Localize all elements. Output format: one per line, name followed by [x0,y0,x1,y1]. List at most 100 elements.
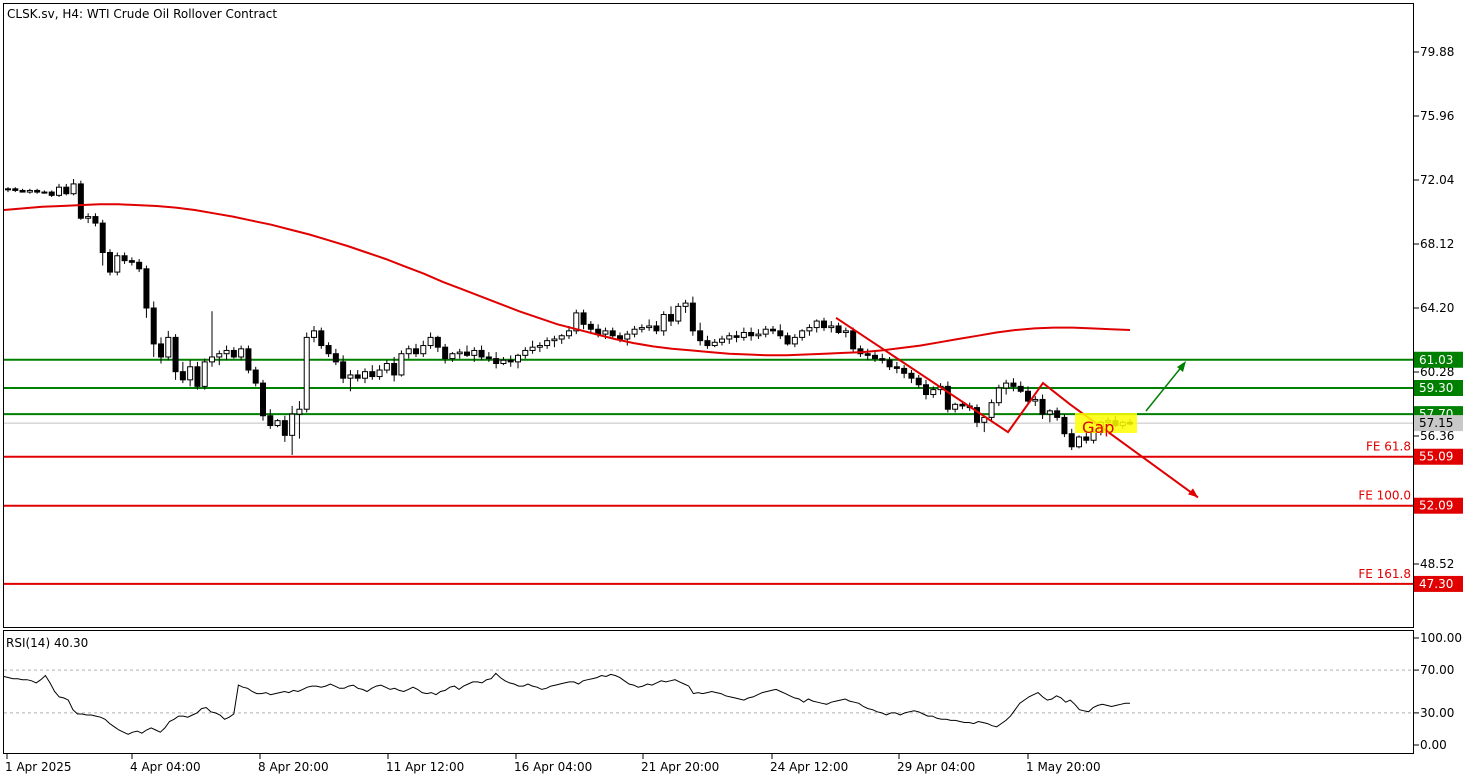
candle-body[interactable] [267,415,274,427]
candle-body[interactable] [587,323,594,330]
candle-body[interactable] [26,189,33,193]
candle-body[interactable] [471,349,478,356]
candle-body[interactable] [704,340,711,347]
candle-body[interactable] [726,335,733,340]
candle-body[interactable] [675,305,682,322]
candle-body[interactable] [252,369,259,384]
candle-body[interactable] [201,361,208,387]
candle-body[interactable] [165,336,172,358]
candle-body[interactable] [952,403,959,410]
candle-body[interactable] [609,330,616,337]
candle-body[interactable] [1039,398,1046,415]
candle-body[interactable] [791,336,798,345]
candle-body[interactable] [842,330,849,333]
candle-body[interactable] [347,374,354,379]
candle-body[interactable] [988,402,995,418]
candle-body[interactable] [318,330,325,347]
candle-body[interactable] [682,302,689,307]
candle-body[interactable] [813,320,820,329]
candle-body[interactable] [755,333,762,337]
candle-body[interactable] [34,189,41,193]
candle-body[interactable] [114,255,121,273]
candle-body[interactable] [12,188,19,191]
candle-body[interactable] [194,366,201,387]
candle-body[interactable] [383,363,390,371]
candle-body[interactable] [354,374,361,379]
candle-body[interactable] [107,251,113,273]
candle-body[interactable] [711,341,718,347]
candle-body[interactable] [835,325,842,333]
candle-body[interactable] [478,349,485,358]
candle-body[interactable] [434,336,441,348]
candle-body[interactable] [77,183,84,219]
candle-body[interactable] [864,353,871,356]
candle-body[interactable] [915,377,922,386]
candle-body[interactable] [821,320,827,329]
candle-body[interactable] [828,325,835,329]
candle-body[interactable] [303,336,310,410]
candle-body[interactable] [762,328,769,335]
candle-body[interactable] [529,346,536,351]
candle-body[interactable] [1032,398,1039,402]
candle-body[interactable] [413,348,419,355]
candle-body[interactable] [580,312,587,325]
candle-body[interactable] [456,351,463,355]
candle-body[interactable] [420,345,427,355]
candle-body[interactable] [63,186,70,195]
candle-body[interactable] [1083,436,1090,441]
candle-body[interactable] [260,382,266,417]
candle-body[interactable] [405,348,412,355]
candle-body[interactable] [697,330,704,342]
candle-body[interactable] [566,330,572,337]
candle-body[interactable] [325,345,332,355]
candle-body[interactable] [784,335,791,345]
candle-body[interactable] [398,353,405,376]
candle-body[interactable] [624,333,631,340]
candle-body[interactable] [376,369,383,378]
candle-body[interactable] [1054,410,1061,418]
candle-body[interactable] [1061,416,1068,435]
candle-body[interactable] [995,387,1002,404]
price-chart[interactable]: FE 61.8 FE 100.0 FE 161.8 Gap 79.88 75.96 72.… [0,0,1476,780]
candle-body[interactable] [1017,385,1024,392]
candle-body[interactable] [1025,390,1031,402]
candle-body[interactable] [245,348,252,371]
candle-body[interactable] [238,348,245,358]
candle-body[interactable] [558,335,565,340]
candle-body[interactable] [893,366,900,369]
candle-body[interactable] [602,330,609,335]
candle-body[interactable] [901,367,908,374]
candle-body[interactable] [653,325,660,332]
candle-body[interactable] [551,338,558,342]
candle-body[interactable] [806,327,813,332]
candle-body[interactable] [733,335,740,338]
candle-body[interactable] [689,302,696,332]
candle-body[interactable] [281,420,288,436]
candle-body[interactable] [121,255,128,262]
candle-body[interactable] [136,261,143,270]
candle-body[interactable] [311,330,317,338]
candle-body[interactable] [70,183,77,195]
candle-body[interactable] [959,403,966,407]
candle-body[interactable] [850,330,857,350]
candle-body[interactable] [296,408,303,415]
candle-body[interactable] [660,314,667,332]
candle-body[interactable] [1003,382,1010,389]
candle-body[interactable] [85,216,92,219]
candle-body[interactable] [41,191,48,194]
candle-body[interactable] [515,354,521,363]
candle-body[interactable] [1076,436,1082,448]
candle-body[interactable] [150,307,157,345]
candle-body[interactable] [740,331,747,338]
candle-body[interactable] [179,371,186,381]
candle-body[interactable] [216,353,223,358]
candle-body[interactable] [223,349,230,355]
candle-body[interactable] [886,359,893,368]
candle-body[interactable] [332,353,339,363]
candle-body[interactable] [427,336,434,347]
candle-body[interactable] [1046,410,1053,415]
candle-body[interactable] [187,366,194,381]
candle-body[interactable] [48,191,55,196]
candle-body[interactable] [442,346,449,360]
candle-body[interactable] [1068,433,1075,448]
